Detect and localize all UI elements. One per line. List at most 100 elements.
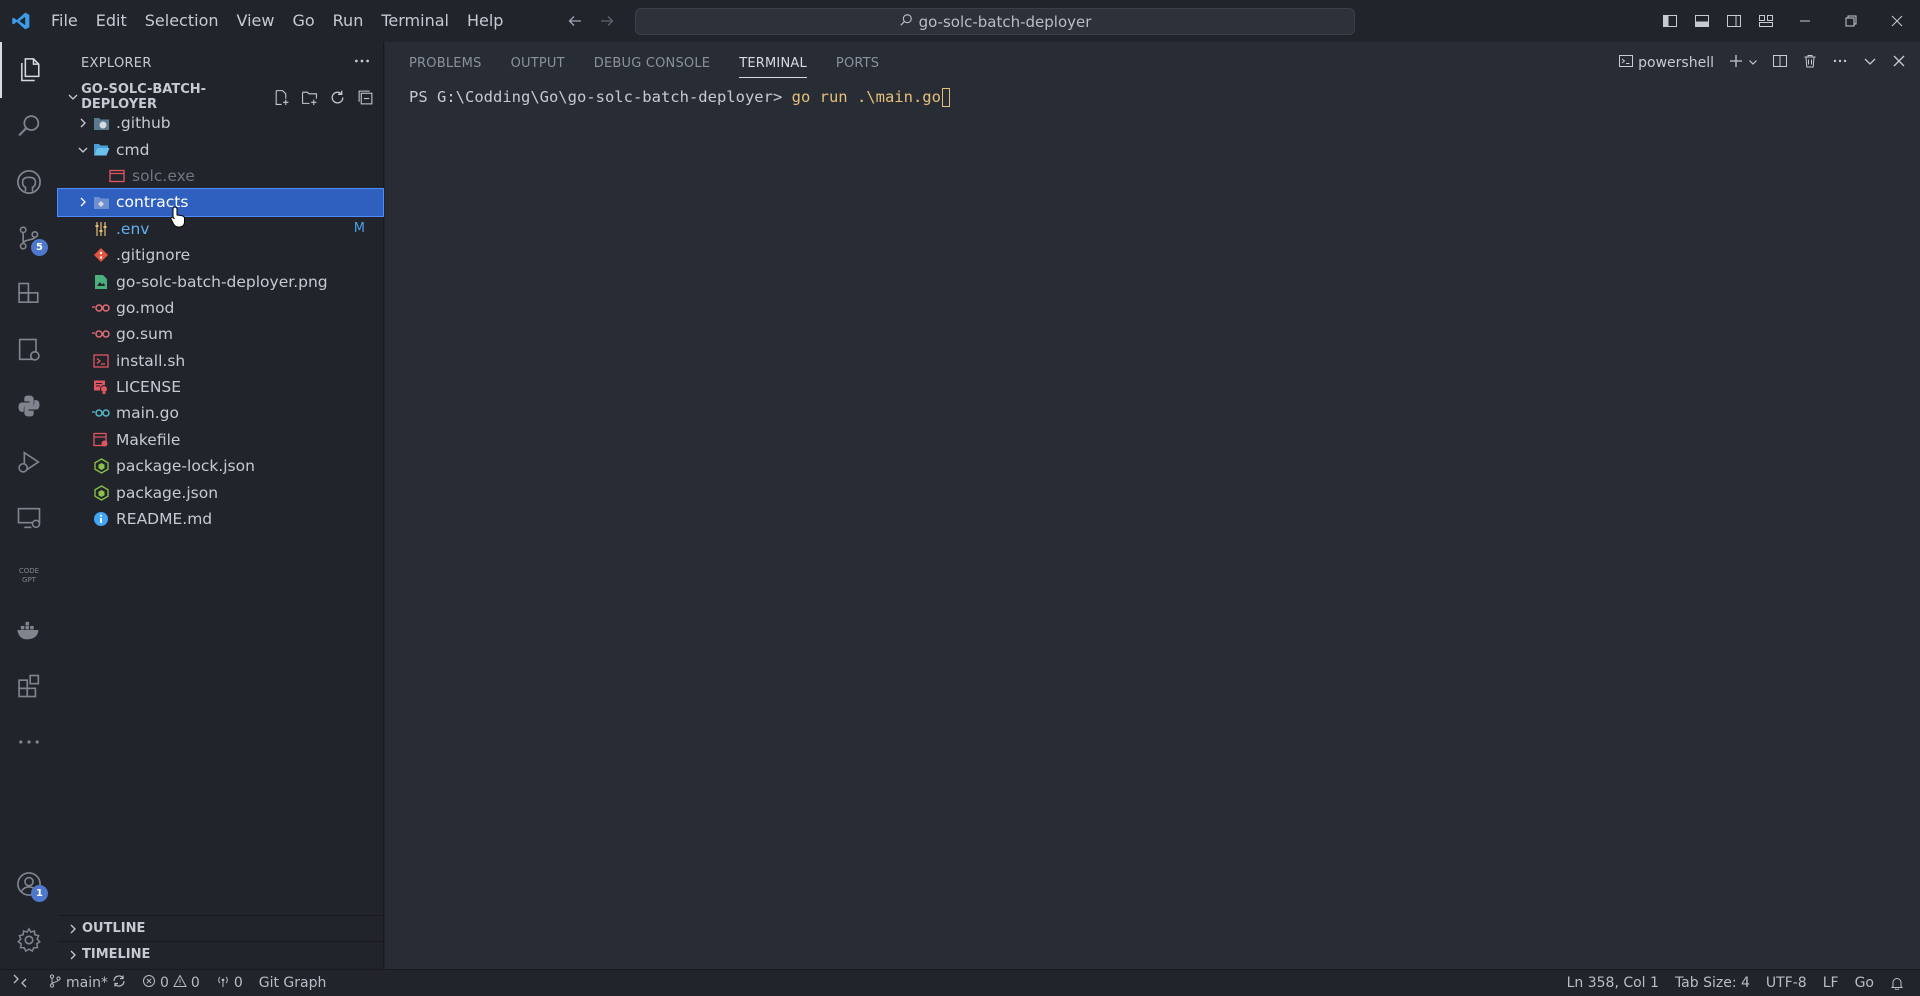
outline-section[interactable]: OUTLINE: [58, 915, 384, 941]
split-terminal-icon[interactable]: [1772, 53, 1788, 73]
broadcast-icon: [216, 974, 230, 992]
ports-indicator[interactable]: 0: [208, 970, 251, 996]
language-mode[interactable]: Go: [1847, 970, 1882, 996]
explorer-more-actions-icon[interactable]: [353, 52, 371, 74]
go-file-icon: [92, 404, 110, 422]
menu-edit[interactable]: Edit: [87, 0, 136, 42]
notifications-bell-icon[interactable]: [1882, 970, 1912, 996]
chevron-down-icon[interactable]: [1748, 55, 1758, 71]
more-views-icon[interactable]: [0, 714, 58, 770]
vscode-logo-icon: [0, 0, 42, 42]
trash-icon[interactable]: [1802, 53, 1818, 73]
restore-icon[interactable]: [1828, 0, 1874, 42]
sync-icon[interactable]: [112, 974, 126, 992]
extensions-icon[interactable]: [0, 658, 58, 714]
codegpt-icon[interactable]: CODE GPT: [0, 546, 58, 602]
explorer-files-icon[interactable]: [0, 42, 58, 98]
file-encoding[interactable]: UTF-8: [1758, 970, 1815, 996]
branch-indicator[interactable]: main*: [40, 970, 134, 996]
collapse-all-icon[interactable]: [356, 88, 375, 107]
activity-bar: 5 CODE GPT 1: [0, 42, 58, 969]
tree-file-go-mod[interactable]: go.mod: [58, 295, 383, 321]
tree-file-package-lock[interactable]: package-lock.json: [58, 453, 383, 479]
toggle-sidebar-icon[interactable]: [1660, 11, 1680, 31]
cursor-position[interactable]: Ln 358, Col 1: [1559, 970, 1667, 996]
error-count: 0: [159, 975, 169, 991]
end-of-line[interactable]: LF: [1815, 970, 1847, 996]
more-actions-icon[interactable]: [1832, 53, 1848, 73]
timeline-section[interactable]: TIMELINE: [58, 941, 384, 967]
tree-folder-cmd[interactable]: cmd: [58, 136, 383, 162]
menu-go[interactable]: Go: [283, 0, 323, 42]
github-icon[interactable]: [0, 154, 58, 210]
menu-selection[interactable]: Selection: [136, 0, 228, 42]
source-control-icon[interactable]: 5: [0, 210, 58, 266]
git-graph-button[interactable]: Git Graph: [251, 970, 335, 996]
settings-gear-icon[interactable]: [0, 912, 58, 968]
tree-file-makefile[interactable]: Makefile: [58, 427, 383, 453]
tab-terminal[interactable]: TERMINAL: [739, 42, 807, 84]
run-debug-icon[interactable]: [0, 434, 58, 490]
command-center[interactable]: go-solc-batch-deployer: [635, 8, 1355, 35]
terminal-shell-selector[interactable]: powershell: [1618, 53, 1714, 73]
toggle-panel-icon[interactable]: [1692, 11, 1712, 31]
menu-run[interactable]: Run: [324, 0, 373, 42]
remote-indicator[interactable]: [0, 970, 40, 996]
search-view-icon[interactable]: [0, 98, 58, 154]
tree-file-gitignore[interactable]: .gitignore: [58, 242, 383, 268]
remote-monitor-icon[interactable]: [0, 490, 58, 546]
maximize-panel-chevron-icon[interactable]: [1862, 53, 1878, 73]
tab-output[interactable]: OUTPUT: [511, 42, 565, 84]
tree-file-png[interactable]: go-solc-batch-deployer.png: [58, 268, 383, 294]
command-center-label: go-solc-batch-deployer: [918, 12, 1092, 31]
tree-file-readme[interactable]: README.md: [58, 506, 383, 532]
remote-explorer-icon[interactable]: [0, 322, 58, 378]
tree-file-env[interactable]: .env M: [58, 216, 383, 242]
back-arrow-icon[interactable]: [565, 11, 585, 31]
tree-file-solc-exe[interactable]: solc.exe: [58, 163, 383, 189]
menu-terminal[interactable]: Terminal: [372, 0, 458, 42]
tree-item-label: go.mod: [116, 298, 175, 317]
problems-indicator[interactable]: 0 0: [134, 970, 208, 996]
tree-file-main-go[interactable]: main.go: [58, 400, 383, 426]
tree-folder-github[interactable]: .github: [58, 110, 383, 136]
terminal-output[interactable]: PS G:\Codding\Go\go-solc-batch-deployer>…: [385, 84, 1920, 111]
close-panel-icon[interactable]: [1892, 54, 1906, 72]
tree-file-install-sh[interactable]: install.sh: [58, 348, 383, 374]
new-terminal-button[interactable]: [1728, 53, 1758, 73]
forward-arrow-icon[interactable]: [597, 11, 617, 31]
chevron-right-icon: [74, 196, 92, 208]
docker-icon[interactable]: [0, 602, 58, 658]
tab-ports[interactable]: PORTS: [836, 42, 879, 84]
tree-file-go-sum[interactable]: go.sum: [58, 321, 383, 347]
customize-layout-icon[interactable]: [1756, 11, 1776, 31]
tree-item-label: main.go: [116, 404, 179, 423]
tree-folder-contracts[interactable]: contracts: [57, 188, 384, 217]
go-sum-icon: [92, 325, 110, 343]
close-window-icon[interactable]: [1874, 0, 1920, 42]
tree-item-label: package-lock.json: [116, 457, 255, 476]
tree-file-package-json[interactable]: package.json: [58, 479, 383, 505]
terminal-cursor: [941, 88, 950, 107]
terminal-prompt: PS G:\Codding\Go\go-solc-batch-deployer>: [409, 88, 783, 106]
menu-view[interactable]: View: [228, 0, 284, 42]
python-icon[interactable]: [0, 378, 58, 434]
menu-help[interactable]: Help: [458, 0, 512, 42]
tab-size[interactable]: Tab Size: 4: [1667, 970, 1758, 996]
toggle-secondary-sidebar-icon[interactable]: [1724, 11, 1744, 31]
shell-script-icon: [92, 352, 110, 370]
tab-problems[interactable]: PROBLEMS: [409, 42, 482, 84]
menu-bar: File Edit Selection View Go Run Terminal…: [42, 0, 512, 42]
new-folder-icon[interactable]: [300, 88, 319, 107]
minimize-icon[interactable]: [1782, 0, 1828, 42]
tab-debug-console[interactable]: DEBUG CONSOLE: [594, 42, 710, 84]
explorer-title: EXPLORER: [81, 55, 152, 71]
workspace-folder-header[interactable]: GO-SOLC-BATCH-DEPLOYER: [58, 82, 383, 112]
remote-containers-icon[interactable]: [0, 266, 58, 322]
exe-file-icon: [108, 167, 126, 185]
accounts-icon[interactable]: 1: [0, 856, 58, 912]
menu-file[interactable]: File: [42, 0, 87, 42]
refresh-icon[interactable]: [328, 88, 347, 107]
new-file-icon[interactable]: [272, 88, 291, 107]
tree-file-license[interactable]: LICENSE: [58, 374, 383, 400]
